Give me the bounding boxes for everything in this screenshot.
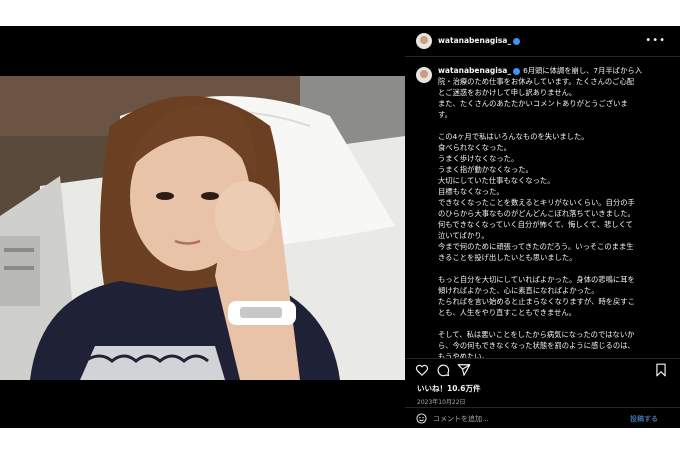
caption-line: もうやめたい。 <box>438 352 489 358</box>
instagram-post-modal: watanabenagisa_ ••• watanabenagisa_ 6月頭に体… <box>0 26 680 428</box>
caption-line <box>438 318 674 329</box>
comment-input[interactable] <box>433 412 623 425</box>
more-horizontal-icon[interactable]: ••• <box>645 35 666 46</box>
caption-line: とご迷惑をおかけして申し訳ありません。 <box>438 88 577 97</box>
caption-line: 今まで何のために頑張ってきたのだろう。いっそこのまま生 <box>438 242 634 251</box>
like-count[interactable]: いいね！10.6万件 <box>417 383 481 394</box>
comment-row: 投稿する <box>405 407 680 430</box>
comment-icon[interactable] <box>436 363 450 377</box>
caption-line: この4ヶ月で私はいろんなものを失いました。 <box>438 132 589 141</box>
caption-line: また、たくさんのあたたかいコメントありがとうございま <box>438 99 628 108</box>
caption-line: 院・治療のため仕事をお休みしています。たくさんのご心配 <box>438 77 635 86</box>
caption-line: ら、今の何もできなくなった状態を罰のように感じるのは、 <box>438 341 635 350</box>
post-photo-area <box>0 26 405 428</box>
caption-line: のひらから大事なものがどんどんこぼれ落ちていきました。 <box>438 209 635 218</box>
verified-badge-icon <box>513 67 521 75</box>
caption-line: もっと自分を大切にしていればよかった。身体の悲鳴に耳を <box>438 275 635 284</box>
caption-line: うまく指が動かなくなった。 <box>438 165 533 174</box>
caption-line: 食べられなくなった。 <box>438 143 511 152</box>
caption-line: 何もできなくなっていく自分が怖くて、悔しくて、悲しくて <box>438 220 633 229</box>
caption-username[interactable]: watanabenagisa_ <box>438 66 511 75</box>
username[interactable]: watanabenagisa_ <box>438 36 511 45</box>
post-header: watanabenagisa_ ••• <box>405 26 680 57</box>
caption-line: たらればを言い始めると止まらなくなりますが、時を戻すこ <box>438 297 635 306</box>
post-date[interactable]: 2023年10月22日 <box>417 397 466 406</box>
avatar[interactable] <box>416 33 432 49</box>
caption-line: 目標もなくなった。 <box>438 187 504 196</box>
emoji-icon[interactable] <box>416 413 427 424</box>
caption-line: 大切にしていた仕事もなくなった。 <box>438 176 555 185</box>
heart-icon[interactable] <box>415 363 429 377</box>
caption-line: そして、私は悪いことをしたから病気になったのではないか <box>438 330 635 339</box>
caption-line: うまく歩けなくなった。 <box>438 154 519 163</box>
caption-line: watanabenagisa_ 6月頭に体調を崩し、7月半ばから入 <box>438 65 674 76</box>
caption-avatar[interactable] <box>416 67 432 83</box>
post-comment-button[interactable]: 投稿する <box>630 414 658 424</box>
caption-line: できなくなったことを数えるとキリがないくらい。自分の手 <box>438 198 635 207</box>
username-link[interactable]: watanabenagisa_ <box>438 36 521 45</box>
caption-line: 傾ければよかった、心に素直になればよかった。 <box>438 286 599 295</box>
action-bar: いいね！10.6万件 2023年10月22日 投稿する <box>405 358 680 429</box>
caption-line: 泣いてばかり。 <box>438 231 489 240</box>
caption-area: watanabenagisa_ 6月頭に体調を崩し、7月半ばから入院・治療のため仕… <box>405 62 680 358</box>
bookmark-icon[interactable] <box>654 363 668 377</box>
post-photo[interactable] <box>0 76 405 380</box>
caption-line: きることを投げ出したいとも思いました。 <box>438 253 577 262</box>
caption-line: す。 <box>438 110 452 119</box>
verified-badge-icon <box>513 37 521 45</box>
caption-line <box>438 263 674 274</box>
caption-text: watanabenagisa_ 6月頭に体調を崩し、7月半ばから入院・治療のため仕… <box>438 65 674 358</box>
post-side-panel: watanabenagisa_ ••• watanabenagisa_ 6月頭に体… <box>405 26 680 428</box>
caption-line <box>438 120 674 131</box>
caption-line: とも、人生をやり直すこともできません。 <box>438 308 576 317</box>
caption-line-text: 6月頭に体調を崩し、7月半ばから入 <box>523 66 642 75</box>
share-icon[interactable] <box>457 363 471 377</box>
